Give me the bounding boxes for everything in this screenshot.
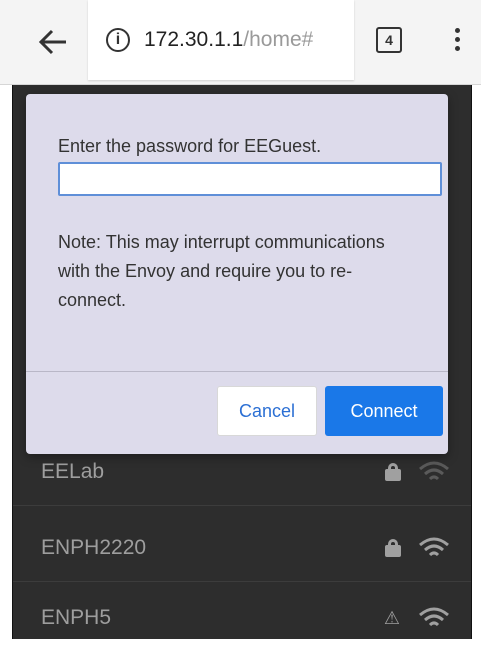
wifi-icon	[419, 461, 449, 481]
dialog-divider	[26, 371, 448, 372]
network-name: EELab	[41, 460, 105, 483]
password-dialog: Enter the password for EEGuest. Note: Th…	[26, 94, 448, 454]
network-row-enph2220[interactable]: ENPH2220	[13, 515, 471, 582]
more-vert-icon[interactable]	[449, 24, 465, 58]
wifi-icon	[419, 607, 449, 627]
wifi-icon	[419, 537, 449, 557]
network-name: ENPH5	[41, 606, 112, 629]
url-path: /home#	[243, 28, 314, 51]
lock-icon	[385, 463, 401, 481]
tab-switcher-button[interactable]: 4	[376, 27, 402, 53]
url-host: 172.30.1.1	[144, 28, 244, 51]
lock-icon	[385, 539, 401, 557]
back-arrow-icon[interactable]	[34, 22, 74, 62]
warning-icon: ⚠	[383, 607, 401, 628]
info-icon[interactable]: i	[106, 28, 130, 52]
password-input[interactable]	[58, 162, 442, 196]
dialog-note: Note: This may interrupt communications …	[58, 232, 385, 310]
network-name: ENPH2220	[41, 536, 147, 559]
address-bar[interactable]: i 172.30.1.1/home#	[88, 0, 354, 80]
cancel-button[interactable]: Cancel	[217, 386, 317, 436]
url-text[interactable]: 172.30.1.1/home#	[144, 28, 313, 52]
network-row-enph5[interactable]: ENPH5 ⚠	[13, 585, 471, 651]
password-prompt: Enter the password for EEGuest.	[58, 136, 322, 156]
browser-toolbar: i 172.30.1.1/home# 4	[0, 0, 481, 85]
connect-button[interactable]: Connect	[325, 386, 443, 436]
